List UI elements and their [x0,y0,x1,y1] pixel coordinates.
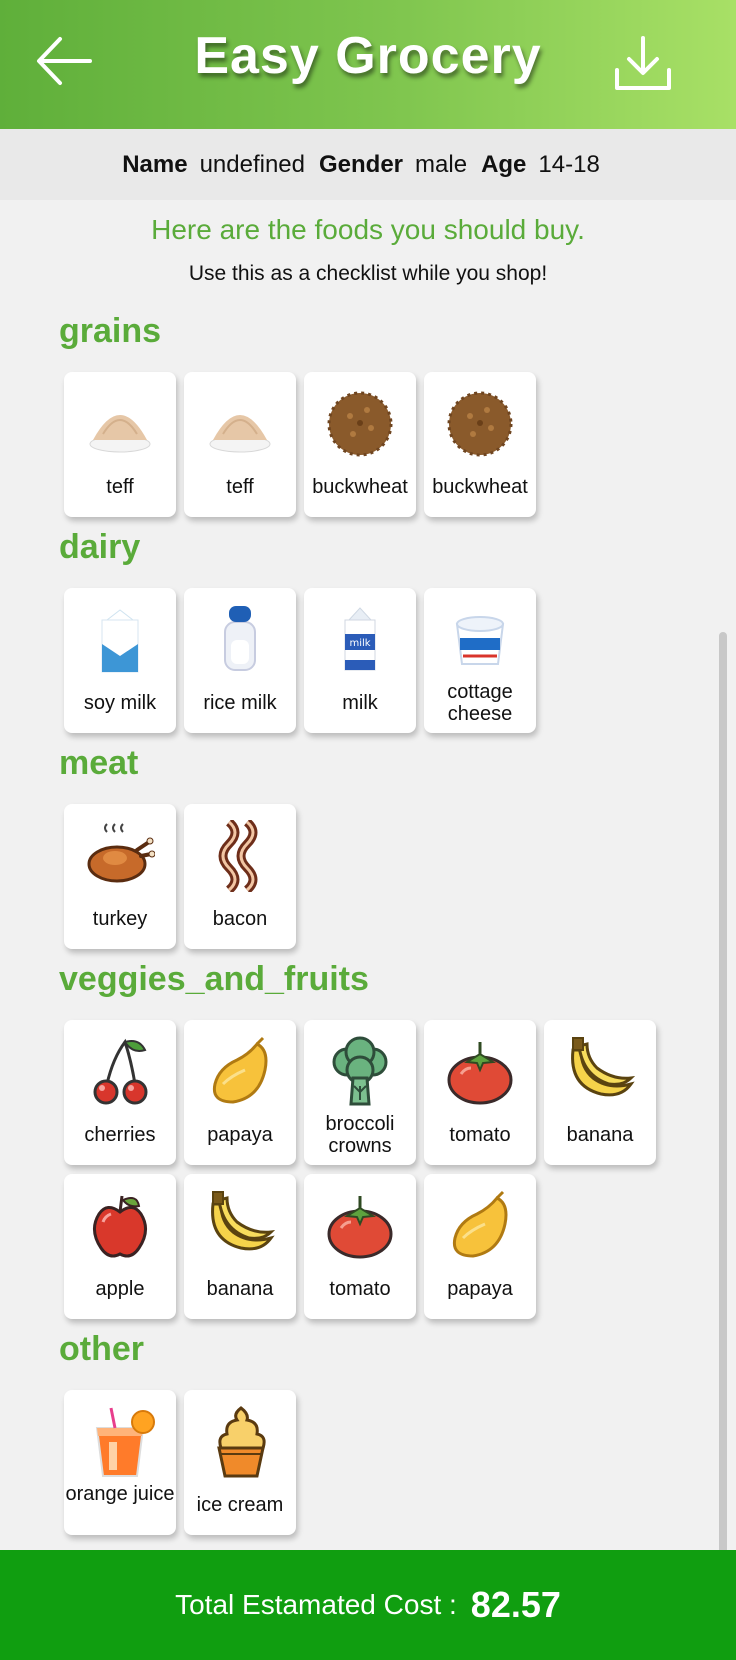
broccoli-icon [332,1036,388,1106]
food-card-cherries[interactable]: cherries [64,1020,176,1165]
cost-footer: Total Estamated Cost : 82.57 [0,1550,736,1660]
total-cost-label: Total Estamated Cost : [175,1589,457,1620]
food-card-broccoli-crowns[interactable]: broccoli crowns [304,1020,416,1165]
cherries-icon [93,1038,148,1105]
food-name: cottage cheese [447,681,513,725]
food-name: tomato [449,1124,511,1146]
banana-icon [571,1037,635,1097]
food-card-turkey[interactable]: turkey [64,804,176,949]
buckwheat-icon [447,391,513,457]
food-name: apple [95,1278,145,1300]
food-name: cherries [84,1124,156,1146]
food-name: milk [342,692,378,714]
food-card-tomato[interactable]: tomato [424,1020,536,1165]
intro-headline: Here are the foods you should buy. [151,214,585,245]
age-value: 14-18 [538,150,600,178]
food-name: papaya [207,1124,273,1146]
food-card-papaya[interactable]: papaya [424,1174,536,1319]
soy-milk-icon [101,609,139,673]
food-card-teff[interactable]: teff [184,372,296,517]
food-card-apple[interactable]: apple [64,1174,176,1319]
gender-label: Gender [319,150,404,178]
teff-icon [89,415,151,453]
milk-icon: milk [344,607,376,671]
banana-icon [211,1191,275,1251]
food-card-buckwheat[interactable]: buckwheat [304,372,416,517]
food-name: buckwheat [432,476,528,498]
food-card-soy-milk[interactable]: soy milk [64,588,176,733]
turkey-icon [87,823,155,883]
papaya-icon [212,1036,268,1104]
scrollbar[interactable] [719,632,727,1632]
food-name: banana [566,1124,634,1146]
food-card-banana[interactable]: banana [184,1174,296,1319]
food-name: orange juice [65,1483,175,1505]
food-name: papaya [447,1278,513,1300]
category-title-grains: grains [59,312,162,350]
teff-icon [209,415,271,453]
bacon-icon [218,820,258,892]
orange-juice-icon [95,1407,155,1477]
app-header: Easy Grocery [0,0,736,129]
food-name: tomato [329,1278,391,1300]
papaya-icon [452,1190,508,1258]
food-card-orange-juice[interactable]: orange juice [64,1390,176,1535]
user-info-bar: Name undefined Gender male Age 14-18 [0,129,736,200]
food-card-buckwheat[interactable]: buckwheat [424,372,536,517]
download-icon [615,36,671,90]
cottage-cheese-icon [455,616,505,665]
age-label: Age [481,150,527,178]
food-card-cottage-cheese[interactable]: cottage cheese [424,588,536,733]
intro-subtitle: Use this as a checklist while you shop! [188,262,548,285]
food-name: turkey [92,908,148,930]
total-cost-value: 82.57 [470,1584,561,1625]
food-name: buckwheat [312,476,408,498]
food-name: bacon [212,908,268,930]
food-name: rice milk [203,692,277,714]
name-label: Name [122,150,188,178]
food-name: broccoli crowns [325,1113,395,1157]
gender-value: male [415,150,468,178]
ice-cream-icon [217,1406,266,1478]
download-button[interactable] [608,30,678,100]
buckwheat-icon [327,391,393,457]
tomato-icon [327,1196,393,1259]
food-card-milk[interactable]: milk milk [304,588,416,733]
food-name: soy milk [83,692,157,714]
food-name: teff [226,476,254,498]
food-card-banana[interactable]: banana [544,1020,656,1165]
name-value: undefined [199,150,305,178]
category-title-other: other [59,1330,144,1368]
food-card-rice-milk[interactable]: rice milk [184,588,296,733]
category-title-dairy: dairy [59,528,141,566]
food-name: teff [106,476,134,498]
food-card-papaya[interactable]: papaya [184,1020,296,1165]
category-title-meat: meat [59,744,139,782]
category-title-veggies-and-fruits: veggies_and_fruits [59,960,369,998]
food-name: ice cream [196,1494,284,1516]
food-card-teff[interactable]: teff [64,372,176,517]
food-card-tomato[interactable]: tomato [304,1174,416,1319]
food-card-bacon[interactable]: bacon [184,804,296,949]
apple-icon [93,1195,147,1258]
svg-text:milk: milk [349,638,370,649]
tomato-icon [447,1042,513,1105]
food-card-ice-cream[interactable]: ice cream [184,1390,296,1535]
rice-milk-icon [224,606,256,671]
food-name: banana [206,1278,274,1300]
